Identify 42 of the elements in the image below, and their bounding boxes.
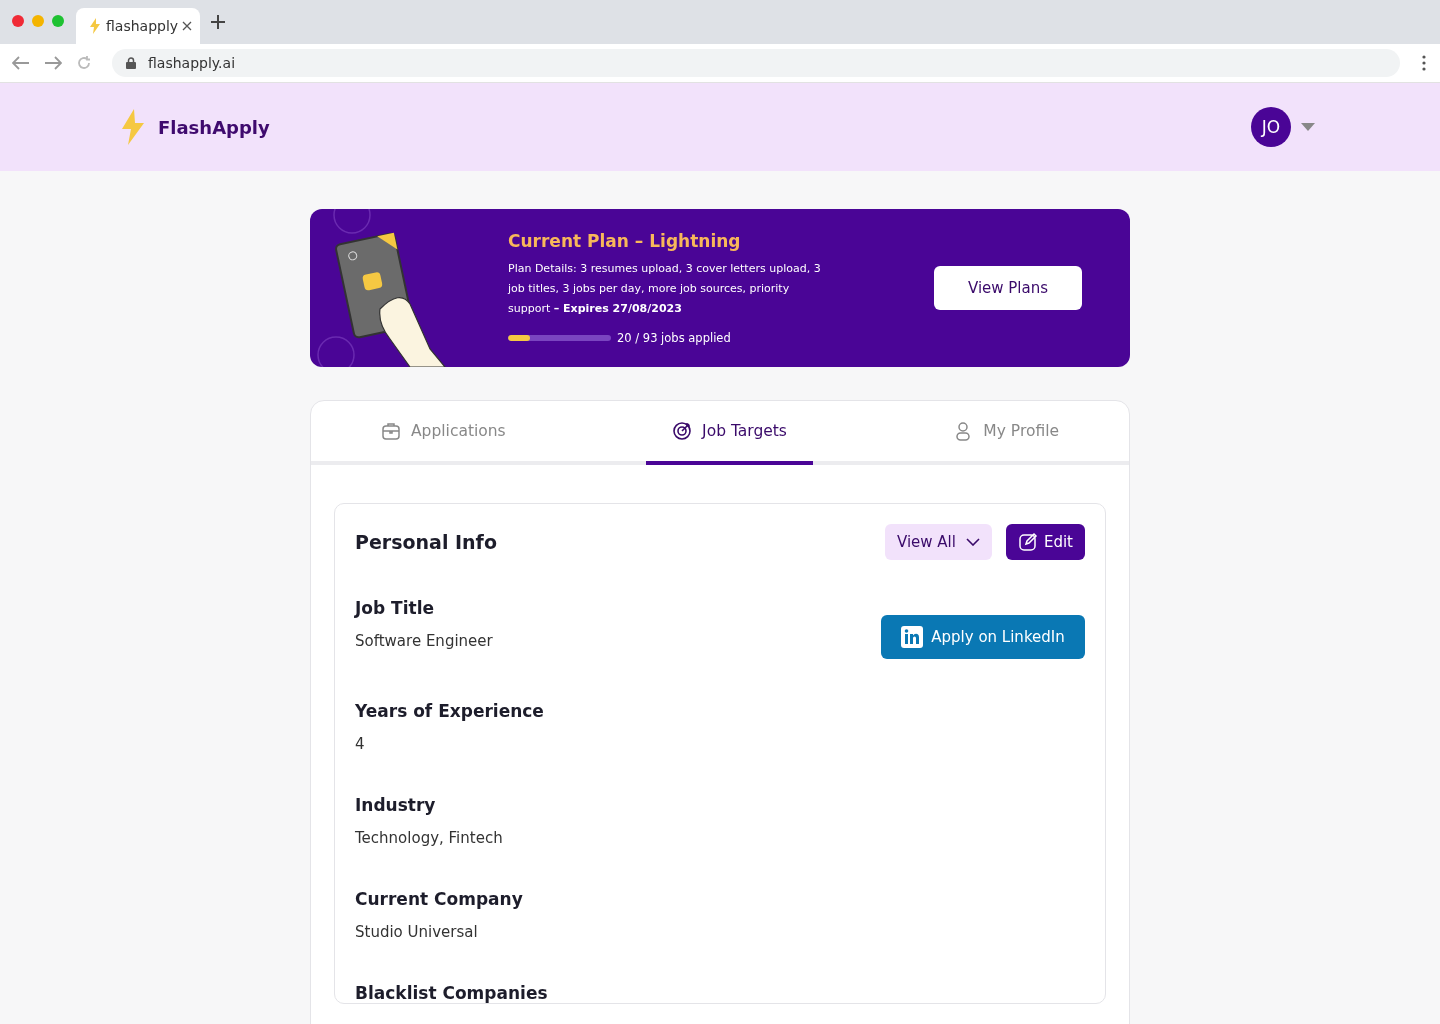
field-value: 4 [355,735,366,753]
apply-on-linkedin-button[interactable]: Apply on LinkedIn [881,615,1085,659]
more-icon[interactable] [1422,55,1426,71]
edit-button[interactable]: Edit [1005,524,1085,560]
lightning-logo-icon [120,109,146,145]
field-label: Job Title [355,598,435,618]
progress-label: 20 / 93 jobs applied [617,331,731,345]
field-label: Industry [355,795,437,815]
reload-icon[interactable] [76,55,92,71]
caret-icon[interactable] [1301,123,1315,131]
field-label: Current Company [355,889,523,909]
address-bar[interactable]: flashapply.ai [112,49,1400,77]
tab[interactable]: My Profile [927,401,1085,465]
chevron-down-icon [965,538,980,546]
target-icon [672,421,693,441]
field-value: Technology, Fintech [355,829,503,847]
new-tab-icon[interactable] [210,14,227,30]
edit-icon [1017,532,1038,552]
plan-details: Plan Details: 3 resumes upload, 3 cover letters upload, 3 job titles, 3 jobs per day, more job sources, priority support – Expires 27/08/2023 [508,261,822,317]
briefcase-icon [381,421,401,441]
close-icon[interactable] [182,21,193,31]
close-window-dot[interactable] [12,15,24,27]
field-value: Studio Universal [355,923,479,941]
tab[interactable]: Applications [355,401,532,465]
forward-icon[interactable] [44,56,62,70]
brand-name[interactable]: FlashApply [158,116,270,138]
field-label: Years of Experience [355,701,544,721]
maximize-window-dot[interactable] [52,15,64,27]
lightning-icon [88,18,102,34]
section-title: Personal Info [355,531,497,553]
back-icon[interactable] [12,56,30,70]
linkedin-icon [901,626,924,648]
view-all-button[interactable]: View All [884,524,992,560]
plan-title: Current Plan – Lightning [508,231,742,251]
field-value: Software Engineer [355,632,493,650]
field-label: Blacklist Companies [355,983,548,1003]
view-plans-button[interactable]: View Plans [934,266,1082,310]
lock-icon [126,57,136,69]
avatar[interactable]: JO [1251,107,1291,147]
browser-tab[interactable]: flashapply [76,8,201,44]
minimize-window-dot[interactable] [32,15,44,27]
tab[interactable]: Job Targets [646,401,813,465]
